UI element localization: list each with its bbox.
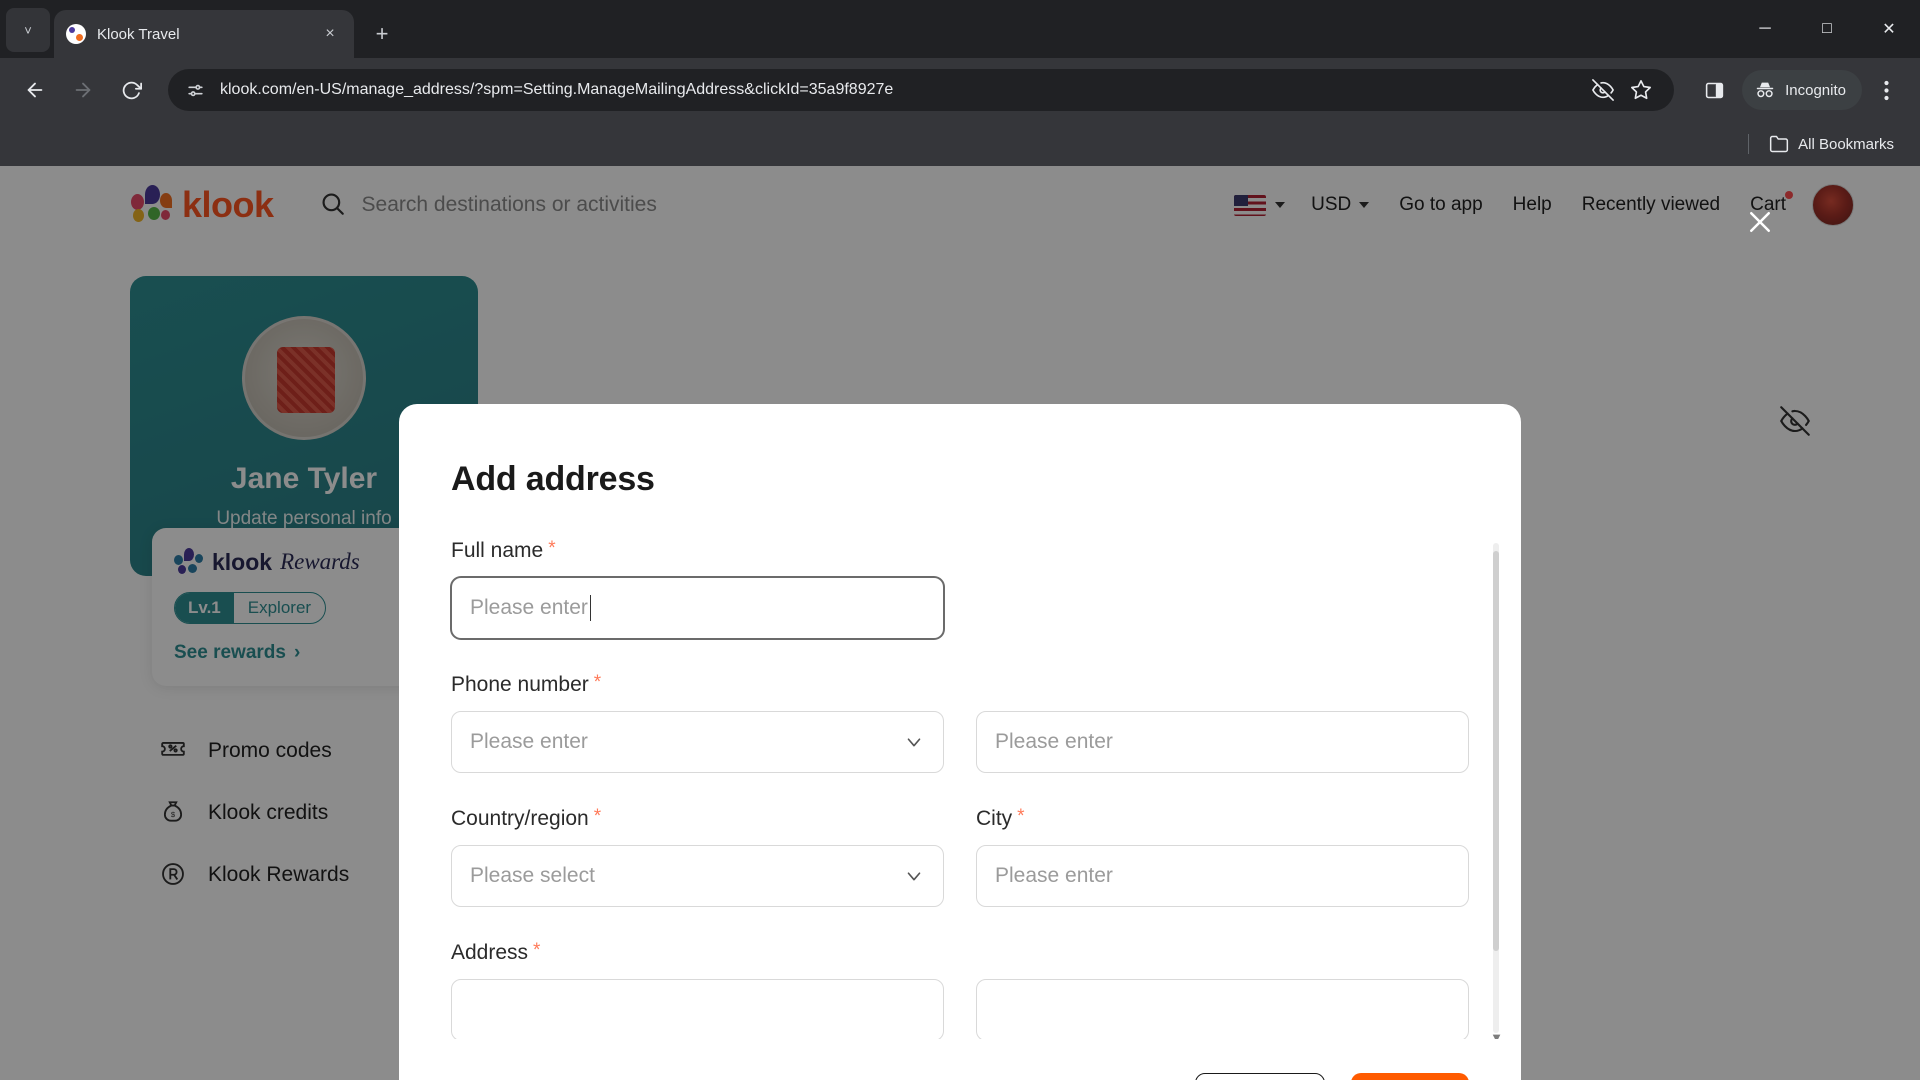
- input-placeholder: Please enter: [995, 730, 1113, 753]
- klook-favicon: [66, 24, 86, 44]
- maximize-button[interactable]: □: [1796, 0, 1858, 58]
- required-asterisk: *: [548, 539, 556, 559]
- new-tab-button[interactable]: +: [364, 16, 400, 52]
- label-text: Country/region: [451, 807, 589, 830]
- label-text: City: [976, 807, 1013, 830]
- web-page: klook Search destinations or activities …: [0, 166, 1920, 1080]
- required-asterisk: *: [533, 940, 541, 961]
- ok-button[interactable]: OK: [1351, 1073, 1469, 1080]
- field-label-full-name: Full name *: [451, 539, 1469, 563]
- tab-search-button[interactable]: ˅: [6, 8, 50, 52]
- input-full-name[interactable]: Please enter: [451, 577, 944, 639]
- field-group-phone-number: Phone number * Please enter Please enter: [451, 673, 1469, 773]
- url-text: klook.com/en-US/manage_address/?spm=Sett…: [220, 81, 894, 98]
- page-settings-icon[interactable]: [184, 79, 206, 101]
- folder-icon: [1769, 134, 1789, 154]
- cancel-button[interactable]: Cancel: [1195, 1073, 1325, 1080]
- divider: [1748, 134, 1750, 154]
- star-icon[interactable]: [1624, 73, 1658, 107]
- label-text: Address: [451, 941, 529, 964]
- label-text: Phone number: [451, 673, 589, 696]
- forward-button[interactable]: [62, 69, 104, 111]
- field-label-address: Address *: [451, 941, 1469, 965]
- dialog-footer: Cancel OK: [399, 1039, 1521, 1080]
- omnibox-actions: [1582, 73, 1658, 107]
- input-city[interactable]: Please enter: [976, 845, 1469, 907]
- input-address-line-1[interactable]: [451, 979, 944, 1039]
- reload-button[interactable]: [110, 69, 152, 111]
- back-button[interactable]: [14, 69, 56, 111]
- tab-title: Klook Travel: [97, 25, 180, 43]
- modal-close-button[interactable]: [1740, 202, 1780, 242]
- incognito-indicator[interactable]: Incognito: [1742, 70, 1862, 110]
- tab-close-button[interactable]: ×: [318, 22, 342, 46]
- browser-window: ˅ Klook Travel × + ─ □ ✕ klook.com/en-US…: [0, 0, 1920, 1080]
- label-text: Full name: [451, 539, 544, 562]
- input-address-line-2[interactable]: [976, 979, 1469, 1039]
- select-placeholder: Please select: [470, 864, 595, 887]
- toolbar-right: Incognito: [1690, 70, 1906, 110]
- field-group-full-name: Full name * Please enter: [451, 539, 1469, 639]
- required-asterisk: *: [593, 806, 602, 827]
- three-dot-menu-icon[interactable]: [1866, 70, 1906, 110]
- scrollbar-thumb[interactable]: [1493, 551, 1499, 951]
- incognito-hat-icon: [1754, 79, 1776, 101]
- side-panel-icon[interactable]: [1694, 70, 1734, 110]
- select-country-region[interactable]: Please select: [451, 845, 944, 907]
- eye-slash-icon[interactable]: [1586, 73, 1620, 107]
- all-bookmarks-button[interactable]: All Bookmarks: [1769, 134, 1894, 154]
- dialog-form-scroll-area[interactable]: Full name * Please enter Phone number * …: [399, 539, 1521, 1039]
- browser-toolbar: klook.com/en-US/manage_address/?spm=Sett…: [0, 58, 1920, 122]
- chevron-down-icon: [903, 731, 925, 753]
- field-label-city: City *: [976, 807, 1469, 831]
- select-phone-country-code[interactable]: Please enter: [451, 711, 944, 773]
- chevron-down-icon: ˅: [24, 22, 32, 38]
- input-placeholder: Please enter: [995, 864, 1113, 887]
- tab-strip: ˅ Klook Travel × + ─ □ ✕: [0, 0, 1920, 58]
- close-window-button[interactable]: ✕: [1858, 0, 1920, 58]
- window-controls: ─ □ ✕: [1734, 0, 1920, 58]
- dialog-title: Add address: [451, 460, 655, 498]
- input-phone-number[interactable]: Please enter: [976, 711, 1469, 773]
- minimize-button[interactable]: ─: [1734, 0, 1796, 58]
- incognito-label: Incognito: [1785, 81, 1846, 99]
- bookmarks-bar: All Bookmarks: [0, 122, 1920, 166]
- add-address-dialog: Add address Full name * Please enter Pho…: [399, 404, 1521, 1080]
- field-label-country-region: Country/region *: [451, 807, 944, 831]
- input-placeholder: Please enter: [470, 596, 588, 619]
- field-label-phone-number: Phone number *: [451, 673, 1469, 697]
- chevron-down-icon: [903, 865, 925, 887]
- browser-tab[interactable]: Klook Travel ×: [54, 10, 354, 58]
- scroll-up-arrow[interactable]: ▲: [1490, 539, 1503, 540]
- text-cursor: [589, 595, 591, 621]
- select-placeholder: Please enter: [470, 730, 588, 753]
- field-group-address: Address *: [451, 941, 1469, 1039]
- all-bookmarks-label: All Bookmarks: [1798, 135, 1894, 153]
- required-asterisk: *: [1017, 806, 1025, 827]
- required-asterisk: *: [593, 672, 602, 693]
- field-group-country-city: Country/region * Please select City * Pl…: [451, 807, 1469, 907]
- address-bar[interactable]: klook.com/en-US/manage_address/?spm=Sett…: [168, 69, 1675, 111]
- scroll-down-arrow[interactable]: ▼: [1490, 1030, 1503, 1039]
